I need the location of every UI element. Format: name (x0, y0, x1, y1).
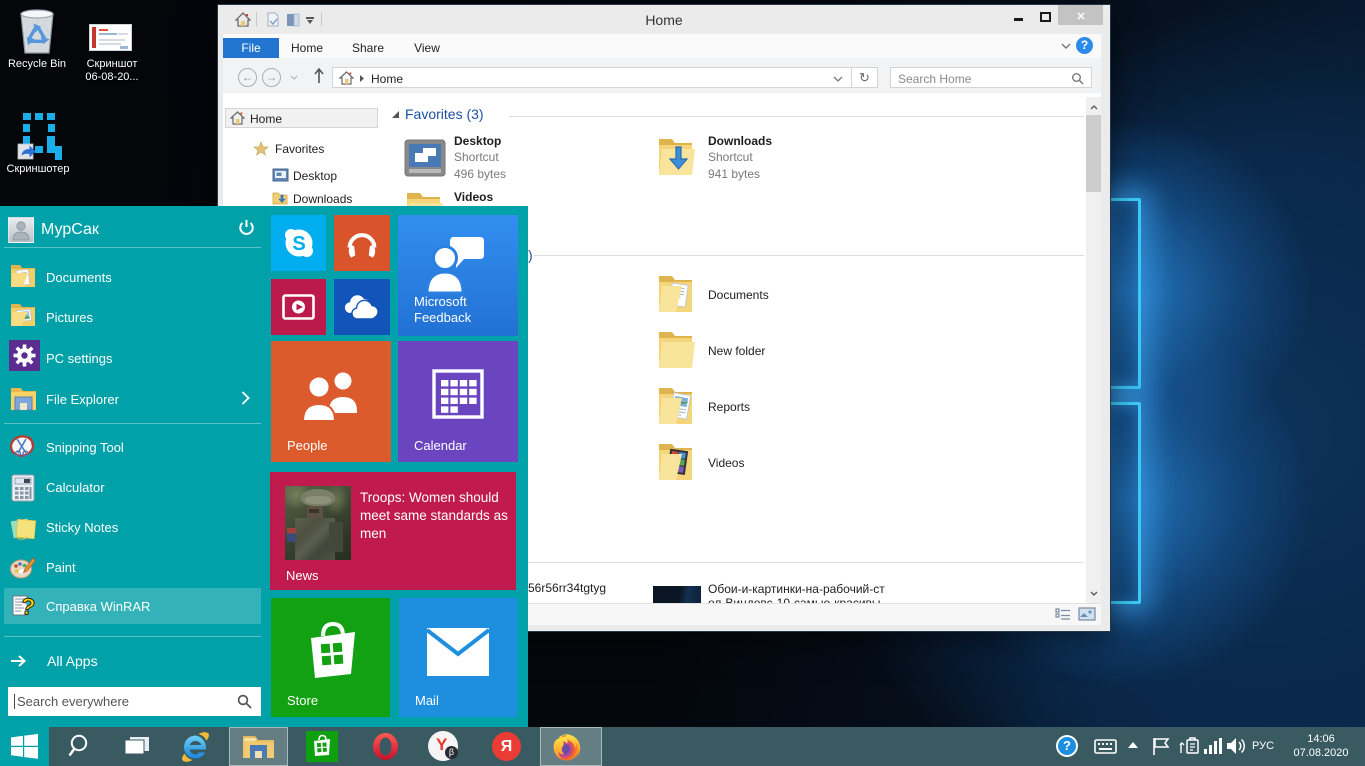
svg-text:S: S (292, 233, 305, 255)
svg-text:?: ? (19, 594, 36, 620)
